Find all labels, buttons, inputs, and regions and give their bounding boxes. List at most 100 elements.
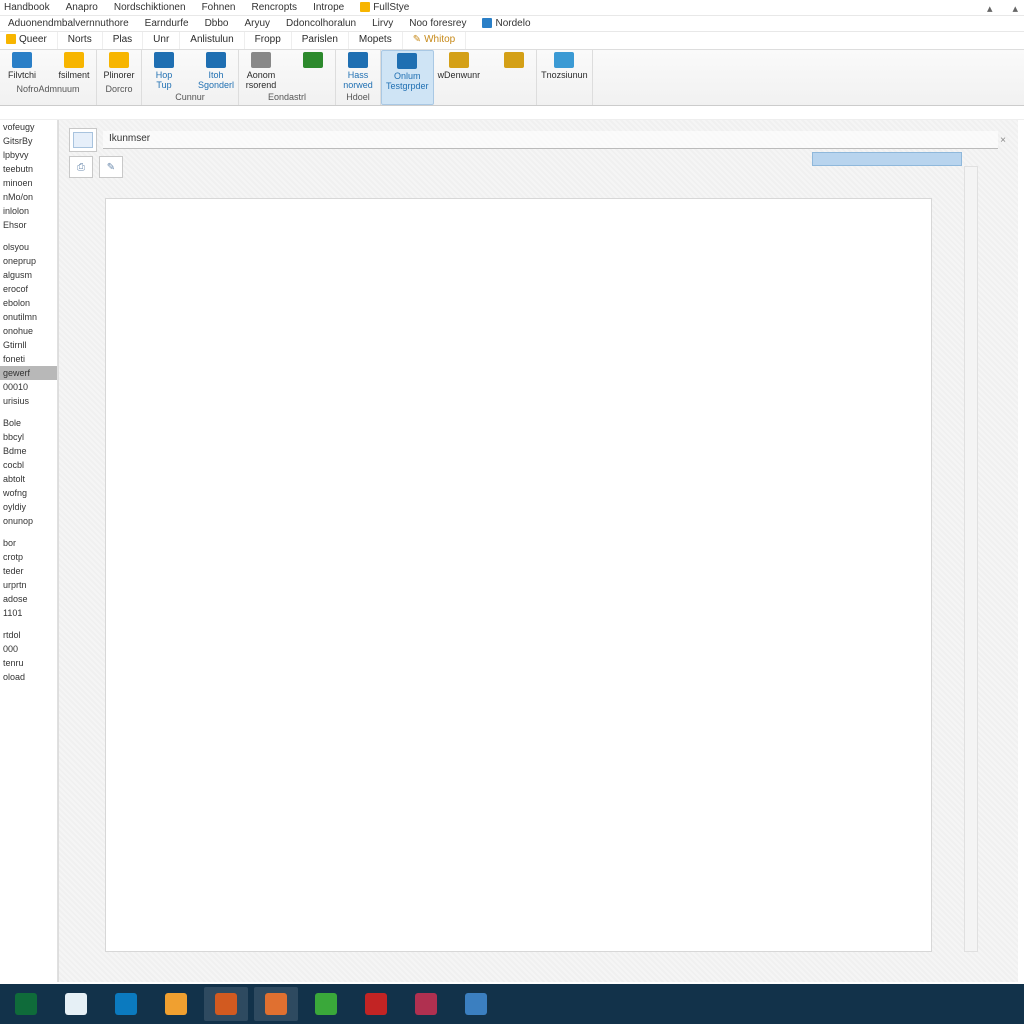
nav-item-24[interactable]: Bdme	[0, 444, 57, 458]
menu2-item-0[interactable]: Aduonendmbalvernnuthore	[0, 18, 137, 29]
nav-item-0[interactable]: vofeugy	[0, 120, 57, 134]
menu1-item-1[interactable]: Anapro	[58, 2, 106, 13]
ribbon-btn-3-0[interactable]: Aonomrsorend	[243, 52, 279, 90]
taskbar-btn-0[interactable]	[4, 987, 48, 1021]
nav-item-14[interactable]: onutilmn	[0, 310, 57, 324]
tab-6[interactable]: Parislen	[292, 32, 349, 49]
tab-8[interactable]: Whitop	[403, 32, 467, 49]
ribbon-btn-6-0[interactable]: wDenwunr	[438, 52, 481, 80]
nav-item-2[interactable]: lpbyvy	[0, 148, 57, 162]
ribbon-btn-3-1[interactable]	[295, 52, 331, 70]
nav-item-29[interactable]: onunop	[0, 514, 57, 528]
tab-5[interactable]: Fropp	[245, 32, 292, 49]
nav-item-40[interactable]: tenru	[0, 656, 57, 670]
menu2-item-7[interactable]: Nordelo	[474, 18, 538, 29]
nav-item-5[interactable]: nMo/on	[0, 190, 57, 204]
taskbar-btn-9[interactable]	[454, 987, 498, 1021]
ribbon-btn-2-1[interactable]: ItohSgonderl	[198, 52, 234, 90]
menu1-item-5[interactable]: Intrope	[305, 2, 352, 13]
nav-item-39[interactable]: 000	[0, 642, 57, 656]
nav-item-38[interactable]: rtdol	[0, 628, 57, 642]
tab-1[interactable]: Norts	[58, 32, 103, 49]
ribbon-group-6: wDenwunr	[434, 50, 538, 105]
nav-item-6[interactable]: inlolon	[0, 204, 57, 218]
tab-2[interactable]: Plas	[103, 32, 143, 49]
nav-item-1[interactable]: GitsrBy	[0, 134, 57, 148]
nav-item-13[interactable]: ebolon	[0, 296, 57, 310]
nav-item-4[interactable]: minoen	[0, 176, 57, 190]
taskbar-btn-6[interactable]	[304, 987, 348, 1021]
ribbon-btn-6-1[interactable]	[496, 52, 532, 70]
ribbon-group-label-3: Eondastrl	[243, 90, 331, 104]
ribbon-group-label-0: NofroAdmnuum	[4, 82, 92, 96]
tab-3[interactable]: Unr	[143, 32, 180, 49]
taskbar-btn-2[interactable]	[104, 987, 148, 1021]
nav-item-15[interactable]: onohue	[0, 324, 57, 338]
scrollbar[interactable]	[964, 166, 978, 952]
nav-item-41[interactable]: oload	[0, 670, 57, 684]
doc-action-1[interactable]: ⎙	[69, 156, 93, 178]
ribbon-group-0: Filvtchi fsilment NofroAdmnuum	[0, 50, 97, 105]
menu2-item-6[interactable]: Noo foresrey	[401, 18, 474, 29]
ribbon-btn-0-1[interactable]: fsilment	[56, 52, 92, 80]
doc-action-2[interactable]: ✎	[99, 156, 123, 178]
document-title[interactable]: Ikunmser	[103, 131, 998, 149]
taskbar-btn-3[interactable]	[154, 987, 198, 1021]
nav-item-31[interactable]: bor	[0, 536, 57, 550]
tab-7[interactable]: Mopets	[349, 32, 403, 49]
ribbon-btn-1-0[interactable]: Plinorer	[101, 52, 137, 80]
notify-icon-2: ▴	[1012, 2, 1018, 15]
menu2-item-5[interactable]: Lirvy	[364, 18, 401, 29]
taskbar-btn-4[interactable]	[204, 987, 248, 1021]
nav-item-22[interactable]: Bole	[0, 416, 57, 430]
nav-item-16[interactable]: Gtirnll	[0, 338, 57, 352]
menu2-item-4[interactable]: Ddoncolhoralun	[278, 18, 364, 29]
close-icon[interactable]: ×	[998, 135, 1008, 146]
nav-item-3[interactable]: teebutn	[0, 162, 57, 176]
nav-item-11[interactable]: algusm	[0, 268, 57, 282]
menu1-item-4[interactable]: Rencropts	[243, 2, 305, 13]
nav-item-34[interactable]: urprtn	[0, 578, 57, 592]
menu1-item-0[interactable]: Handbook	[0, 2, 58, 13]
menu2-item-3[interactable]: Aryuy	[236, 18, 278, 29]
nav-item-27[interactable]: wofng	[0, 486, 57, 500]
ribbon-btn-5-0[interactable]: OnlumTestgrpder	[386, 53, 429, 91]
taskbar-btn-5[interactable]	[254, 987, 298, 1021]
nav-item-28[interactable]: oyldiy	[0, 500, 57, 514]
nav-item-10[interactable]: oneprup	[0, 254, 57, 268]
nav-item-19[interactable]: 00010	[0, 380, 57, 394]
menu2-item-2[interactable]: Dbbo	[197, 18, 237, 29]
ribbon-btn-0-0[interactable]: Filvtchi	[4, 52, 40, 80]
tab-0[interactable]: Queer	[0, 32, 58, 49]
taskbar-btn-8[interactable]	[404, 987, 448, 1021]
nav-item-7[interactable]: Ehsor	[0, 218, 57, 232]
nav-item-20[interactable]: urisius	[0, 394, 57, 408]
nav-item-9[interactable]: olsyou	[0, 240, 57, 254]
nav-item-18[interactable]: gewerf	[0, 366, 57, 380]
taskbar-btn-7[interactable]	[354, 987, 398, 1021]
menu1-item-2[interactable]: Nordschiktionen	[106, 2, 194, 13]
nav-item-32[interactable]: crotp	[0, 550, 57, 564]
ribbon-btn-2-0[interactable]: HopTup	[146, 52, 182, 90]
nav-item-17[interactable]: foneti	[0, 352, 57, 366]
ribbon-group-7: Tnozsiunun	[537, 50, 593, 105]
ribbon-btn-4-0[interactable]: Hassnorwed	[340, 52, 376, 90]
nav-item-23[interactable]: bbcyl	[0, 430, 57, 444]
nav-item-25[interactable]: cocbl	[0, 458, 57, 472]
ribbon-group-label-2: Cunnur	[146, 90, 234, 104]
window-sys-icons: ▴ ▴	[987, 0, 1018, 17]
nav-item-36[interactable]: 1101	[0, 606, 57, 620]
menu1-item-6[interactable]: FullStye	[352, 2, 417, 13]
taskbar-btn-1[interactable]	[54, 987, 98, 1021]
tab-4[interactable]: Anlistulun	[180, 32, 244, 49]
nav-item-35[interactable]: adose	[0, 592, 57, 606]
nav-item-26[interactable]: abtolt	[0, 472, 57, 486]
nav-item-12[interactable]: erocof	[0, 282, 57, 296]
nav-item-33[interactable]: teder	[0, 564, 57, 578]
ribbon-group-label-6	[438, 82, 533, 86]
menu2-item-1[interactable]: Earndurfe	[137, 18, 197, 29]
ribbon-group-label-1: Dorcro	[101, 82, 137, 96]
menu1-item-3[interactable]: Fohnen	[194, 2, 244, 13]
ribbon-btn-7-0[interactable]: Tnozsiunun	[541, 52, 588, 80]
selected-tab-indicator[interactable]	[812, 152, 962, 166]
